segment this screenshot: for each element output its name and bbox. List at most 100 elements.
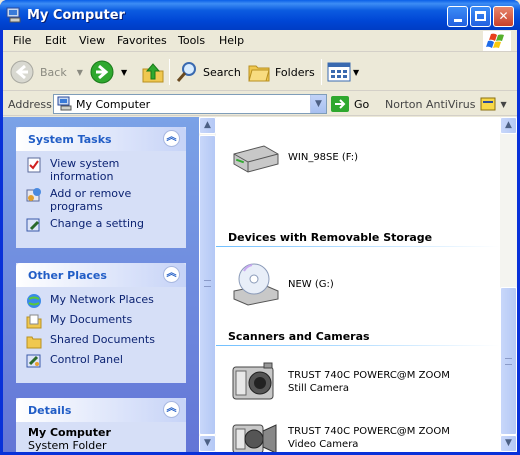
address-bar: Address My Computer ▼ Go Norton AntiViru…: [3, 92, 517, 116]
scanners-cameras-header: Scanners and Cameras: [228, 330, 370, 343]
details-header[interactable]: Details ︽: [16, 398, 186, 422]
task-view-system-info[interactable]: View system information: [26, 157, 186, 183]
scroll-thumb[interactable]: [199, 135, 216, 435]
forward-arrow-icon: [90, 60, 114, 84]
collapse-icon[interactable]: ︽: [163, 130, 180, 147]
folders-button[interactable]: Folders: [247, 57, 315, 87]
menu-favorites[interactable]: Favorites: [117, 34, 167, 47]
address-value: My Computer: [76, 98, 151, 111]
group-divider: [216, 246, 500, 247]
collapse-icon[interactable]: ︽: [163, 266, 180, 283]
system-tasks-panel: System Tasks ︽ View system information A…: [16, 127, 186, 248]
address-dropdown-button[interactable]: ▼: [310, 95, 326, 113]
task-label: Change a setting: [50, 217, 144, 230]
still-camera-label: TRUST 740C POWERC@M ZOOM Still Camera: [288, 369, 450, 395]
file-list-pane: WIN_98SE (F:) Devices with Removable Sto…: [216, 117, 500, 452]
address-input[interactable]: My Computer ▼: [53, 94, 327, 114]
norton-antivirus-toolbar[interactable]: Norton AntiVirus ▼: [385, 96, 507, 112]
file-list-scrollbar[interactable]: ▲ ▼: [500, 117, 517, 452]
toolbar: Back ▼ ▼ Search Folders ▼: [3, 53, 517, 91]
folders-icon: [248, 65, 270, 82]
scroll-up-button[interactable]: ▲: [199, 117, 216, 134]
chevron-up-icon: ▲: [505, 120, 512, 130]
cd-drive-item[interactable]: NEW (G:): [230, 261, 334, 307]
title-bar[interactable]: My Computer ✕: [0, 0, 520, 30]
task-change-setting[interactable]: Change a setting: [26, 217, 186, 235]
hard-drive-icon: [233, 145, 279, 173]
drive-item[interactable]: WIN_98SE (F:): [230, 134, 358, 180]
menu-file[interactable]: File: [13, 34, 31, 47]
other-places-panel: Other Places ︽ My Network Places My Docu…: [16, 263, 186, 383]
still-camera-icon: [232, 362, 274, 400]
go-button[interactable]: Go: [331, 96, 369, 112]
removable-storage-header: Devices with Removable Storage: [228, 231, 433, 244]
video-camera-label: TRUST 740C POWERC@M ZOOM Video Camera: [288, 425, 450, 451]
scroll-down-button[interactable]: ▼: [500, 435, 517, 452]
menu-tools[interactable]: Tools: [178, 34, 205, 47]
place-label: My Network Places: [50, 293, 154, 306]
chevron-down-icon: ▼: [505, 438, 512, 448]
task-label: Add or remove programs: [50, 187, 132, 213]
task-pane-scrollbar[interactable]: ▲ ▼: [199, 117, 216, 452]
task-pane: System Tasks ︽ View system information A…: [3, 117, 199, 452]
video-camera-item[interactable]: TRUST 740C POWERC@M ZOOM Video Camera: [230, 415, 450, 452]
norton-label: Norton AntiVirus: [385, 97, 476, 111]
up-folder-button[interactable]: [141, 57, 165, 87]
still-camera-model: TRUST 740C POWERC@M ZOOM: [288, 370, 450, 381]
close-button[interactable]: ✕: [493, 6, 514, 27]
windows-flag-icon: [483, 31, 511, 51]
back-label: Back: [40, 65, 67, 79]
details-title: Details: [28, 404, 72, 417]
toolbar-separator: [321, 59, 322, 85]
menu-help[interactable]: Help: [219, 34, 244, 47]
menu-view[interactable]: View: [79, 34, 105, 47]
go-label: Go: [354, 97, 370, 111]
task-label: View system information: [50, 157, 120, 183]
still-camera-item[interactable]: TRUST 740C POWERC@M ZOOM Still Camera: [230, 359, 450, 405]
scroll-down-button[interactable]: ▼: [199, 435, 216, 452]
place-network[interactable]: My Network Places: [26, 293, 186, 311]
other-places-header[interactable]: Other Places ︽: [16, 263, 186, 287]
control-panel-icon: [26, 354, 41, 368]
norton-dropdown-icon[interactable]: ▼: [500, 100, 506, 109]
maximize-icon: [475, 11, 486, 21]
place-my-documents[interactable]: My Documents: [26, 313, 186, 331]
norton-icon: [480, 97, 496, 111]
search-button[interactable]: Search: [175, 57, 241, 87]
scroll-thumb[interactable]: [500, 287, 517, 435]
chevron-up-icon: ▲: [204, 120, 211, 130]
back-button[interactable]: Back ▼: [9, 57, 83, 87]
place-control-panel[interactable]: Control Panel: [26, 353, 186, 371]
collapse-icon[interactable]: ︽: [163, 401, 180, 418]
still-camera-type: Still Camera: [288, 383, 350, 394]
grip-icon: [505, 358, 512, 365]
my-computer-icon: [6, 7, 21, 23]
scroll-up-button[interactable]: ▲: [500, 117, 517, 134]
menu-edit[interactable]: Edit: [45, 34, 66, 47]
views-button[interactable]: ▼: [327, 57, 359, 87]
place-label: My Documents: [50, 313, 133, 326]
minimize-icon: [453, 19, 462, 22]
address-label: Address: [8, 98, 52, 111]
back-dropdown-icon[interactable]: ▼: [77, 68, 83, 77]
place-shared-documents[interactable]: Shared Documents: [26, 333, 186, 351]
task-add-remove-programs[interactable]: Add or remove programs: [26, 187, 186, 213]
group-divider: [216, 345, 500, 346]
chevron-down-icon: ▼: [315, 99, 322, 109]
minimize-button[interactable]: [447, 6, 468, 27]
window-title: My Computer: [27, 8, 125, 23]
forward-button[interactable]: ▼: [89, 57, 127, 87]
system-tasks-header[interactable]: System Tasks ︽: [16, 127, 186, 151]
video-camera-type: Video Camera: [288, 439, 359, 450]
cd-drive-label: NEW (G:): [288, 278, 334, 290]
toolbar-separator: [169, 59, 170, 85]
details-panel: Details ︽ My Computer System Folder: [16, 398, 186, 452]
up-folder-icon: [142, 63, 164, 83]
chevron-down-icon: ▼: [204, 438, 211, 448]
forward-dropdown-icon[interactable]: ▼: [121, 68, 127, 77]
views-dropdown-icon[interactable]: ▼: [353, 68, 359, 77]
explorer-window: My Computer ✕ File Edit View Favorites T…: [0, 0, 520, 455]
views-icon: [327, 62, 351, 82]
maximize-button[interactable]: [470, 6, 491, 27]
cd-drive-icon: [233, 263, 279, 306]
